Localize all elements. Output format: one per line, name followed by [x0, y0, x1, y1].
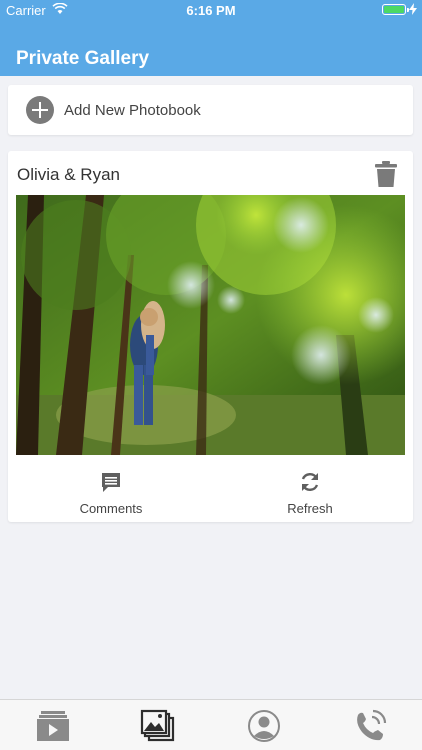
- battery-icon: [382, 4, 409, 15]
- plus-circle-icon: [26, 96, 54, 124]
- add-photobook-button[interactable]: Add New Photobook: [8, 85, 413, 135]
- refresh-icon: [301, 473, 319, 491]
- tab-profile[interactable]: [246, 709, 282, 743]
- profile-icon: [248, 710, 280, 742]
- nav-bar: Private Gallery: [0, 20, 422, 76]
- comments-label: Comments: [79, 501, 143, 516]
- trash-icon[interactable]: [375, 161, 397, 187]
- album-title[interactable]: Olivia & Ryan: [17, 165, 120, 185]
- tab-videos[interactable]: [35, 709, 71, 743]
- photo-gallery-icon: [140, 709, 175, 742]
- album-card: Olivia & Ryan Comments Refresh: [8, 151, 413, 522]
- comment-icon: [102, 473, 120, 492]
- refresh-button[interactable]: Refresh: [250, 471, 370, 516]
- page-title: Private Gallery: [16, 48, 150, 69]
- tab-gallery[interactable]: [140, 709, 176, 743]
- clock: 6:16 PM: [186, 3, 236, 18]
- video-stack-icon: [37, 711, 69, 741]
- album-cover-photo[interactable]: [16, 195, 405, 455]
- charging-icon: [409, 3, 417, 15]
- tab-bar: [0, 699, 422, 750]
- forest-couple-image: [16, 195, 405, 455]
- status-bar: Carrier 6:16 PM: [0, 0, 422, 20]
- comments-button[interactable]: Comments: [51, 471, 171, 516]
- add-photobook-label: Add New Photobook: [64, 102, 201, 119]
- phone-call-icon: [357, 709, 387, 741]
- tab-call[interactable]: [352, 709, 388, 743]
- refresh-label: Refresh: [287, 501, 333, 516]
